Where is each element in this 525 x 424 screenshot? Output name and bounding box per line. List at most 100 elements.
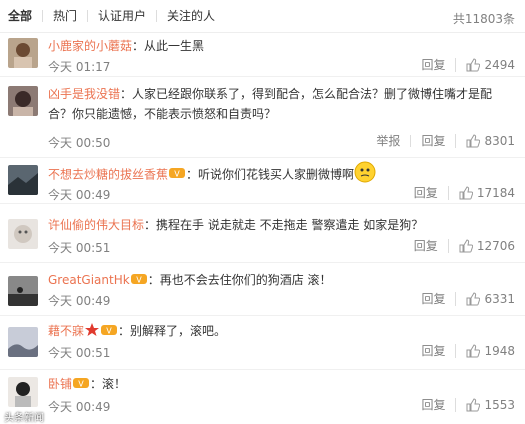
comment-text: ：携程在手 说走就走 不走拖走 警察遣走 如家是狗？	[144, 218, 424, 232]
comment-content: 小鹿家的小蘑菇：从此一生黑	[48, 36, 515, 56]
like-count: 6331	[484, 292, 515, 306]
avatar[interactable]	[8, 276, 38, 306]
thinking-emoji-icon	[354, 161, 376, 189]
avatar[interactable]	[8, 377, 38, 407]
reply-button[interactable]: 回复	[411, 293, 455, 305]
avatar[interactable]	[8, 327, 38, 357]
thumbs-up-icon	[466, 292, 481, 306]
comment-actions: 回复 1553	[411, 398, 515, 412]
username-link[interactable]: 小鹿家的小蘑菇	[48, 39, 132, 53]
comment-content: 许仙偷的伟大目标：携程在手 说走就走 不走拖走 警察遣走 如家是狗？	[48, 215, 515, 235]
avatar-image	[8, 38, 38, 68]
star-badge-icon	[85, 322, 100, 342]
username-link[interactable]: 卧铺	[48, 377, 72, 391]
comment-item: GreatGiantHk V ：再也不会去住你们的狗酒店 滚！ 今天 00:49 回…	[0, 264, 525, 316]
reply-button[interactable]: 回复	[410, 135, 455, 147]
like-count: 12706	[476, 239, 515, 253]
comment-content: GreatGiantHk V ：再也不会去住你们的狗酒店 滚！	[48, 270, 515, 291]
username-link[interactable]: 凶手是我没错	[48, 87, 120, 101]
comment-filter-tabs: 全部 热门 认证用户 关注的人 共11803条	[0, 0, 525, 33]
like-button[interactable]: 2494	[455, 58, 515, 72]
watermark: 头条新闻	[4, 413, 44, 424]
comment-item: 不想去炒糖的拔丝香蕉 V ：听说你们花钱买人家删微博啊 今天 00:49 回复 17…	[0, 159, 525, 204]
comment-time: 今天 00:51	[48, 346, 111, 360]
tab-hot[interactable]: 热门	[42, 10, 87, 22]
reply-button[interactable]: 回复	[411, 399, 455, 411]
like-count: 1948	[484, 344, 515, 358]
like-button[interactable]: 6331	[455, 292, 515, 306]
username-link[interactable]: 许仙偷的伟大目标	[48, 218, 144, 232]
avatar[interactable]	[8, 38, 38, 68]
vip-badge-icon: V	[101, 322, 118, 342]
avatar[interactable]	[8, 86, 38, 116]
vip-badge-icon: V	[73, 375, 90, 395]
avatar-image	[8, 86, 38, 116]
tab-verified[interactable]: 认证用户	[87, 10, 156, 22]
comment-item: 凶手是我没错：人家已经跟你联系了，得到配合，怎么配合法？删了微博住嘴才是配合？你…	[0, 78, 525, 158]
like-button[interactable]: 12706	[447, 239, 515, 253]
comment-content: 藉不寐 V ：别解释了，滚吧。	[48, 321, 515, 342]
comment-time: 今天 00:50	[48, 136, 111, 150]
comment-actions: 回复 2494	[411, 58, 515, 72]
thumbs-up-icon	[459, 186, 473, 200]
avatar[interactable]	[8, 165, 38, 195]
comment-content: 卧铺 V ：滚！	[48, 374, 515, 395]
comment-item: 卧铺 V ：滚！ 今天 00:49 回复 1553 头条新闻	[0, 371, 525, 424]
svg-text:V: V	[106, 326, 112, 335]
like-button[interactable]: 8301	[455, 134, 515, 148]
avatar[interactable]	[8, 219, 38, 249]
report-button[interactable]: 举报	[366, 135, 410, 147]
comment-actions: 回复 17184	[404, 186, 515, 200]
comment-text: ：滚！	[90, 377, 127, 391]
like-count: 2494	[484, 58, 515, 72]
comment-item: 许仙偷的伟大目标：携程在手 说走就走 不走拖走 警察遣走 如家是狗？ 今天 00…	[0, 205, 525, 263]
comment-actions: 回复 1948	[411, 344, 515, 358]
thumbs-up-icon	[459, 239, 473, 253]
like-count: 1553	[484, 398, 515, 412]
comment-actions: 回复 6331	[411, 292, 515, 306]
comment-item: 藉不寐 V ：别解释了，滚吧。 今天 00:51 回复 1948	[0, 317, 525, 370]
comment-time: 今天 00:51	[48, 241, 111, 255]
svg-text:V: V	[136, 275, 142, 284]
like-button[interactable]: 1948	[455, 344, 515, 358]
comment-content: 凶手是我没错：人家已经跟你联系了，得到配合，怎么配合法？删了微博住嘴才是配合？你…	[48, 84, 515, 124]
avatar-image	[8, 165, 38, 195]
avatar-image	[8, 377, 38, 407]
username-link[interactable]: 不想去炒糖的拔丝香蕉	[48, 168, 168, 182]
comment-actions: 回复 12706	[404, 239, 515, 253]
comment-time: 今天 00:49	[48, 400, 111, 414]
like-button[interactable]: 1553	[455, 398, 515, 412]
comment-text: ：别解释了，滚吧。	[118, 324, 227, 338]
comment-time: 今天 00:49	[48, 294, 111, 308]
comment-content: 不想去炒糖的拔丝香蕉 V ：听说你们花钱买人家删微博啊	[48, 161, 515, 189]
like-count: 17184	[476, 186, 515, 200]
vip-badge-icon: V	[169, 165, 186, 185]
reply-button[interactable]: 回复	[404, 187, 448, 199]
comment-time: 今天 01:17	[48, 60, 111, 74]
comment-item: 小鹿家的小蘑菇：从此一生黑 今天 01:17 回复 2494	[0, 34, 525, 77]
comment-actions: 举报 回复 8301	[366, 134, 515, 148]
tab-following[interactable]: 关注的人	[156, 10, 225, 22]
reply-button[interactable]: 回复	[411, 59, 455, 71]
username-link[interactable]: GreatGiantHk	[48, 273, 130, 287]
vip-badge-icon: V	[130, 271, 147, 291]
avatar-image	[8, 276, 38, 306]
svg-text:V: V	[174, 170, 180, 179]
reply-button[interactable]: 回复	[404, 240, 448, 252]
like-count: 8301	[484, 134, 515, 148]
comment-text: ：听说你们花钱买人家删微博啊	[186, 167, 355, 182]
comment-text: ：再也不会去住你们的狗酒店 滚！	[147, 273, 332, 287]
reply-button[interactable]: 回复	[411, 345, 455, 357]
thumbs-up-icon	[466, 344, 481, 358]
thumbs-up-icon	[466, 58, 481, 72]
tab-all[interactable]: 全部	[8, 10, 42, 22]
comment-time: 今天 00:49	[48, 188, 111, 202]
comment-text: ：从此一生黑	[132, 39, 205, 53]
svg-text:V: V	[78, 379, 84, 388]
thumbs-up-icon	[466, 398, 481, 412]
username-link[interactable]: 藉不寐	[48, 324, 84, 338]
like-button[interactable]: 17184	[447, 186, 515, 200]
comment-total-count: 共11803条	[452, 12, 515, 26]
avatar-image	[8, 327, 38, 357]
thumbs-up-icon	[466, 134, 481, 148]
